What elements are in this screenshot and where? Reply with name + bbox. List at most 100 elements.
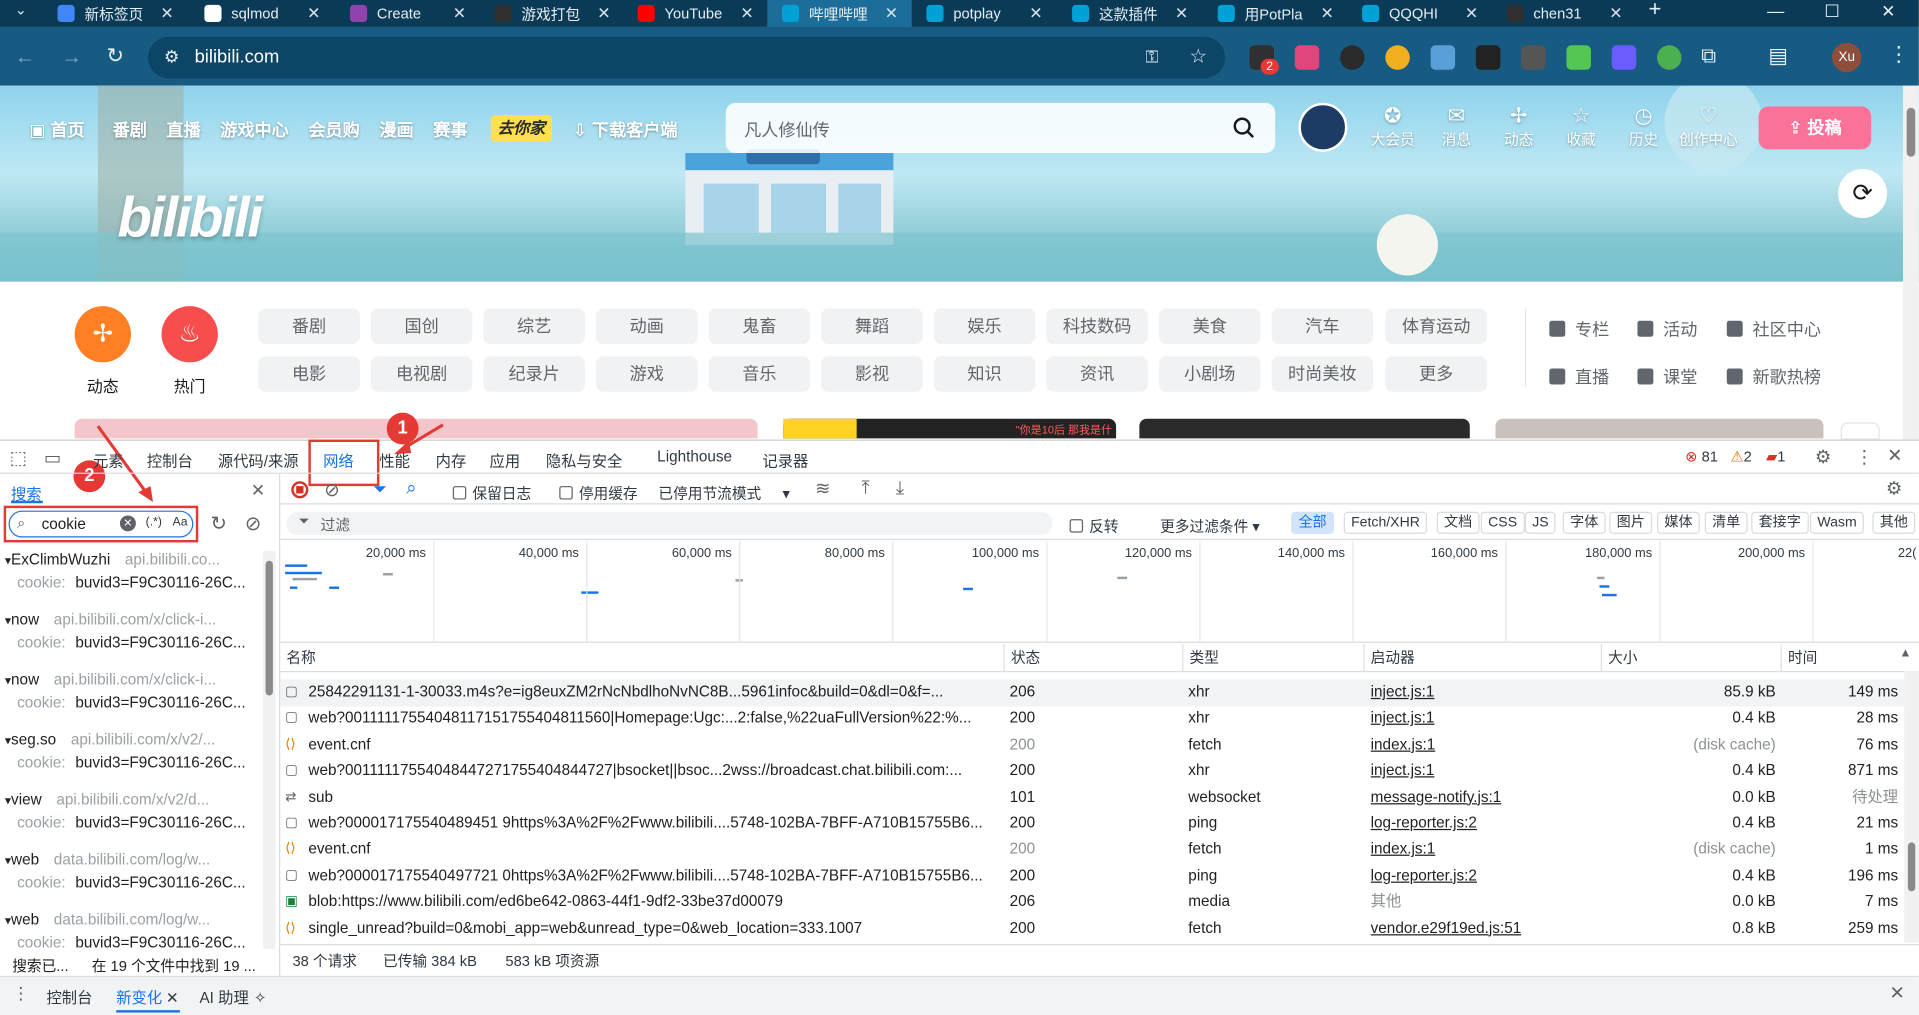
- user-avatar[interactable]: [1298, 102, 1348, 152]
- devtools-tab[interactable]: Lighthouse: [657, 448, 732, 465]
- category-tag[interactable]: 国创: [370, 308, 473, 345]
- devtools-tab[interactable]: 源代码/来源: [218, 448, 299, 471]
- feed-refresh-button[interactable]: [1840, 422, 1880, 440]
- tab-close-icon[interactable]: ✕: [597, 4, 610, 24]
- browser-tab[interactable]: 这款插件 ✕: [1057, 0, 1201, 27]
- channel-link[interactable]: 课堂: [1637, 365, 1697, 389]
- devtools-menu-icon[interactable]: ⋮: [1855, 446, 1873, 468]
- devtools-tab[interactable]: 元素: [93, 448, 124, 471]
- export-har-icon[interactable]: ⤓: [896, 478, 904, 499]
- search-result-match[interactable]: cookie: buvid3=F9C30116-26C...: [0, 814, 279, 834]
- request-row[interactable]: ▢ web?000017175540489451 9https%3A%2F%2Fw…: [280, 811, 1908, 837]
- category-tag[interactable]: 动画: [595, 308, 698, 345]
- browser-tab[interactable]: Create ✕: [335, 0, 479, 27]
- page-scrollbar[interactable]: [1903, 85, 1919, 440]
- category-tag[interactable]: 科技数码: [1046, 308, 1148, 345]
- extension-icon[interactable]: [1475, 45, 1501, 70]
- minimize-button[interactable]: —: [1748, 0, 1804, 27]
- tab-close-icon[interactable]: ✕: [740, 4, 753, 24]
- filter-type-button[interactable]: 文档: [1436, 511, 1480, 534]
- filter-type-button[interactable]: JS: [1524, 511, 1556, 534]
- video-card[interactable]: [1495, 418, 1824, 439]
- search-result-file[interactable]: ▾now api.bilibili.com/x/click-i...: [0, 671, 279, 691]
- request-initiator[interactable]: inject.js:1: [1371, 758, 1591, 784]
- more-filters-dropdown[interactable]: 更多过滤条件 ▾: [1160, 515, 1260, 536]
- request-row[interactable]: ▣ blob:https://www.bilibili.com/ed6be642-…: [280, 889, 1908, 915]
- request-row[interactable]: ▢ 25842291131-1-30033.m4s?e=ig8euxZM2rNcN…: [280, 679, 1908, 706]
- filter-type-button[interactable]: Wasm: [1810, 511, 1865, 534]
- filter-type-button[interactable]: 字体: [1562, 511, 1606, 534]
- tab-close-icon[interactable]: ✕: [1465, 4, 1478, 24]
- channel-link[interactable]: 专栏: [1549, 317, 1609, 341]
- column-header[interactable]: 启动器: [1363, 644, 1415, 671]
- category-tag[interactable]: 美食: [1158, 308, 1261, 345]
- search-result-file[interactable]: ▾web data.bilibili.com/log/w...: [0, 911, 279, 931]
- import-har-icon[interactable]: ⤒: [862, 478, 870, 499]
- password-key-icon[interactable]: ⚿: [1145, 47, 1158, 68]
- devtools-tab[interactable]: 性能: [379, 448, 410, 471]
- browser-tab[interactable]: YouTube ✕: [623, 0, 767, 27]
- warning-count[interactable]: ⚠2: [1730, 448, 1751, 465]
- devtools-tab[interactable]: 网络: [323, 448, 354, 471]
- request-row[interactable]: ▢ web?00111117554048117151755404811560|Ho…: [280, 706, 1908, 732]
- menu-kebab-icon[interactable]: ⋮: [1888, 43, 1909, 67]
- tab-close-icon[interactable]: ✕: [1175, 4, 1188, 24]
- record-stop-icon[interactable]: [291, 481, 309, 499]
- search-result-match[interactable]: cookie: buvid3=F9C30116-26C...: [0, 694, 279, 714]
- drawer-menu-icon[interactable]: ⋮: [12, 983, 29, 1004]
- category-tag[interactable]: 电视剧: [370, 356, 473, 392]
- browser-tab[interactable]: 新标签页 ✕: [43, 0, 187, 27]
- tab-close-icon[interactable]: ✕: [1029, 4, 1042, 24]
- column-header[interactable]: 大小: [1600, 644, 1637, 671]
- event-badge[interactable]: 去你家: [490, 115, 552, 143]
- bili-search-box[interactable]: 凡人修仙传: [725, 102, 1276, 154]
- clear-results-icon[interactable]: ⊘: [245, 512, 261, 536]
- close-tab-icon[interactable]: ✕: [166, 989, 179, 1006]
- search-result-file[interactable]: ▾web data.bilibili.com/log/w...: [0, 851, 279, 871]
- close-window-button[interactable]: ✕: [1860, 0, 1916, 27]
- side-panel-icon[interactable]: ▤: [1768, 44, 1788, 68]
- request-row[interactable]: ⟨⟩ event.cnf 200 fetch index.js:1 (disk cache…: [280, 837, 1908, 863]
- request-initiator[interactable]: message-notify.js:1: [1371, 784, 1591, 810]
- bili-nav-item[interactable]: ▣ 首页: [29, 118, 84, 142]
- request-initiator[interactable]: index.js:1: [1371, 837, 1591, 863]
- request-initiator[interactable]: log-reporter.js:2: [1371, 811, 1591, 837]
- clear-search-icon[interactable]: ✕: [119, 515, 136, 532]
- preserve-log-checkbox[interactable]: 保留日志: [452, 482, 531, 503]
- search-field[interactable]: ⌕ cookie ✕ (.*) Aa: [8, 510, 194, 538]
- category-tag[interactable]: 资讯: [1046, 356, 1148, 392]
- bili-header-favorite-link[interactable]: ☆ 收藏: [1554, 104, 1608, 149]
- category-tag[interactable]: 电影: [258, 356, 360, 392]
- filter-type-button[interactable]: 全部: [1291, 511, 1334, 534]
- extension-icon[interactable]: [1611, 45, 1637, 70]
- filter-type-button[interactable]: 清单: [1704, 511, 1748, 534]
- bili-header-dynamic-link[interactable]: ✢ 动态: [1492, 104, 1546, 149]
- category-tag[interactable]: 小剧场: [1158, 356, 1261, 392]
- tab-close-icon[interactable]: ✕: [453, 4, 466, 24]
- tab-close-icon[interactable]: ✕: [1320, 4, 1333, 24]
- category-tag[interactable]: 纪录片: [483, 356, 585, 392]
- bili-header-message-link[interactable]: ✉ 消息: [1429, 104, 1483, 149]
- search-result-match[interactable]: cookie: buvid3=F9C30116-26C...: [0, 634, 279, 654]
- category-tag[interactable]: 汽车: [1271, 308, 1374, 345]
- bili-header-history-link[interactable]: ◷ 历史: [1617, 104, 1671, 149]
- throttle-select[interactable]: 已停用节流模式 ▾: [658, 482, 789, 503]
- tab-close-icon[interactable]: ✕: [160, 4, 173, 24]
- browser-tab[interactable]: QQQHI ✕: [1347, 0, 1491, 27]
- browser-tab[interactable]: 用PotPla ✕: [1203, 0, 1347, 27]
- disable-cache-checkbox[interactable]: 停用缓存: [559, 482, 638, 503]
- filter-input[interactable]: ⏷ 过滤: [286, 511, 1053, 536]
- search-icon[interactable]: [1232, 116, 1256, 140]
- extension-icon[interactable]: [1294, 45, 1320, 70]
- request-initiator[interactable]: inject.js:1: [1371, 680, 1591, 706]
- request-initiator[interactable]: vendor.e29f19ed.js:51: [1371, 915, 1591, 941]
- network-settings-icon[interactable]: ⚙: [1886, 478, 1902, 500]
- search-result-file[interactable]: ▾now api.bilibili.com/x/click-i...: [0, 611, 279, 631]
- refresh-search-icon[interactable]: ↻: [210, 512, 226, 536]
- regex-toggle[interactable]: (.*): [146, 515, 162, 528]
- search-result-file[interactable]: ▾ExClimbWuzhi api.bilibili.co...: [0, 551, 279, 571]
- category-tag[interactable]: 影视: [821, 356, 923, 392]
- category-tag[interactable]: 鬼畜: [708, 308, 811, 345]
- drawer-tab[interactable]: 新变化 ✕: [116, 984, 178, 1007]
- category-tag[interactable]: 番剧: [258, 308, 360, 345]
